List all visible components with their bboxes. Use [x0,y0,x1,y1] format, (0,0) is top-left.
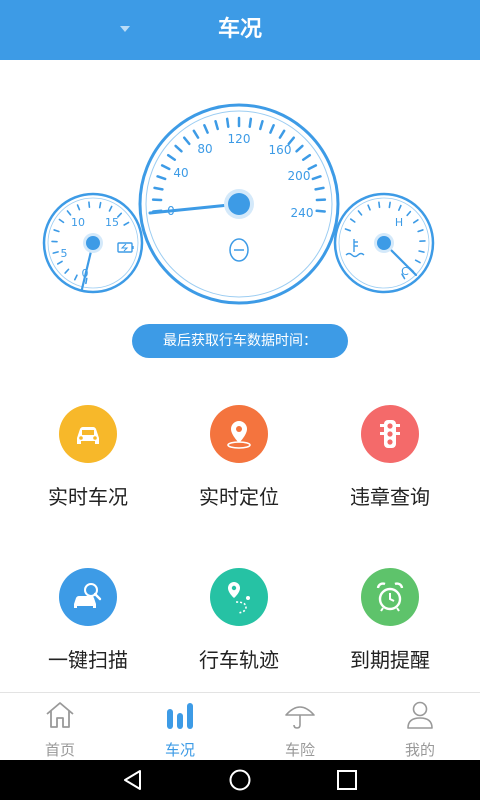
battery-icon [117,242,134,253]
bottom-tab-bar: 首页 车况 车险 我的 [0,692,480,760]
app-screen: 车况 0 40 80 120 160 200 240 0 5 10 [0,0,480,800]
car-icon [59,405,117,463]
tab-home-label: 首页 [44,741,75,759]
tachometer-tick-mark [52,251,59,254]
bar-chart-icon [167,703,193,729]
header-bar: 车况 [0,0,480,60]
tab-car-status[interactable]: 车况 [120,693,240,761]
temperature-tick-mark [349,218,356,223]
feature-realtime-location[interactable]: 实时定位 [159,405,319,515]
tachometer-tick-mark [53,229,60,233]
temperature-tick-mark [388,201,391,209]
user-icon [407,701,433,729]
car-scan-icon [59,568,117,626]
temperature-tick-mark [406,210,412,217]
tachometer-needle [80,233,103,291]
feature-driving-track-label: 行车轨迹 [199,648,279,672]
feature-expiry-reminder-label: 到期提醒 [350,648,430,672]
alarm-clock-icon [361,568,419,626]
feature-violation-query-label: 违章查询 [350,485,430,509]
speed-tick-120: 120 [228,132,251,146]
tachometer-tick-mark [108,205,113,212]
speedometer-tick-mark [248,117,253,128]
feature-violation-query[interactable]: 违章查询 [310,405,470,515]
location-pin-icon [210,405,268,463]
home-circle-icon[interactable] [228,768,252,792]
tachometer-tick-mark [56,260,63,265]
traffic-light-icon [361,405,419,463]
route-icon [210,568,268,626]
feature-driving-track[interactable]: 行车轨迹 [159,568,319,678]
tachometer-tick-mark [73,274,78,281]
coolant-icon [345,239,365,258]
tachometer-tick-mark [66,210,72,216]
feature-realtime-status-label: 实时车况 [48,485,128,509]
feature-realtime-status-circle [59,405,117,463]
tachometer-tick-mark [76,204,81,211]
speedometer-tick-mark [314,186,325,191]
feature-one-click-scan-label: 一键扫描 [48,648,128,672]
feature-driving-track-circle [210,568,268,626]
speedometer-tick-mark [153,186,164,191]
speed-tick-80: 80 [197,142,212,156]
recent-apps-icon[interactable] [335,768,359,792]
page-title: 车况 [217,17,262,42]
dashboard-gauges: 0 40 80 120 160 200 240 0 5 10 15 H C [42,103,435,305]
umbrella-icon [285,706,315,729]
tachometer-tick-mark [98,201,102,209]
home-icon [46,702,74,728]
last-data-time-badge: 最后获取行车数据时间： [132,324,348,358]
tach-tick-5: 5 [61,247,68,260]
tach-tick-15: 15 [105,216,119,229]
tachometer-tick-mark [64,268,70,274]
feature-one-click-scan-circle [59,568,117,626]
temperature-tick-mark [378,201,381,209]
tachometer-tick-mark [123,221,130,226]
tab-mine[interactable]: 我的 [360,693,480,761]
temperature-tick-mark [367,204,371,211]
temperature-needle [374,233,418,277]
feature-realtime-location-label: 实时定位 [199,485,279,509]
speed-tick-200: 200 [288,169,311,183]
tab-home[interactable]: 首页 [0,693,120,761]
speedometer-tick-mark [225,117,230,128]
feature-realtime-status[interactable]: 实时车况 [8,405,168,515]
feature-expiry-reminder[interactable]: 到期提醒 [310,568,470,678]
temperature-tick-mark [398,204,402,211]
tach-tick-10: 10 [71,216,85,229]
feature-violation-query-circle [361,405,419,463]
tachometer-tick-mark [58,218,65,224]
temperature-tick-mark [412,219,419,224]
feature-expiry-reminder-circle [361,568,419,626]
temperature-tick-mark [417,229,424,233]
speed-tick-40: 40 [173,166,188,180]
temperature-tick-mark [357,210,363,216]
tab-car-status-label: 车况 [164,741,195,759]
tab-insurance[interactable]: 车险 [240,693,360,761]
system-navigation-bar [0,760,480,800]
temperature-tick-mark [414,259,421,264]
speedometer-tick-mark [315,209,326,213]
temperature-tick-mark [344,228,351,232]
feature-realtime-location-circle [210,405,268,463]
back-icon[interactable] [121,768,145,792]
temp-hot-label: H [395,216,403,229]
tab-insurance-label: 车险 [284,741,315,759]
speed-tick-160: 160 [269,143,292,157]
feature-one-click-scan[interactable]: 一键扫描 [8,568,168,678]
temperature-tick-mark [418,250,425,253]
tab-mine-label: 我的 [404,741,435,759]
speed-tick-240: 240 [291,206,314,220]
